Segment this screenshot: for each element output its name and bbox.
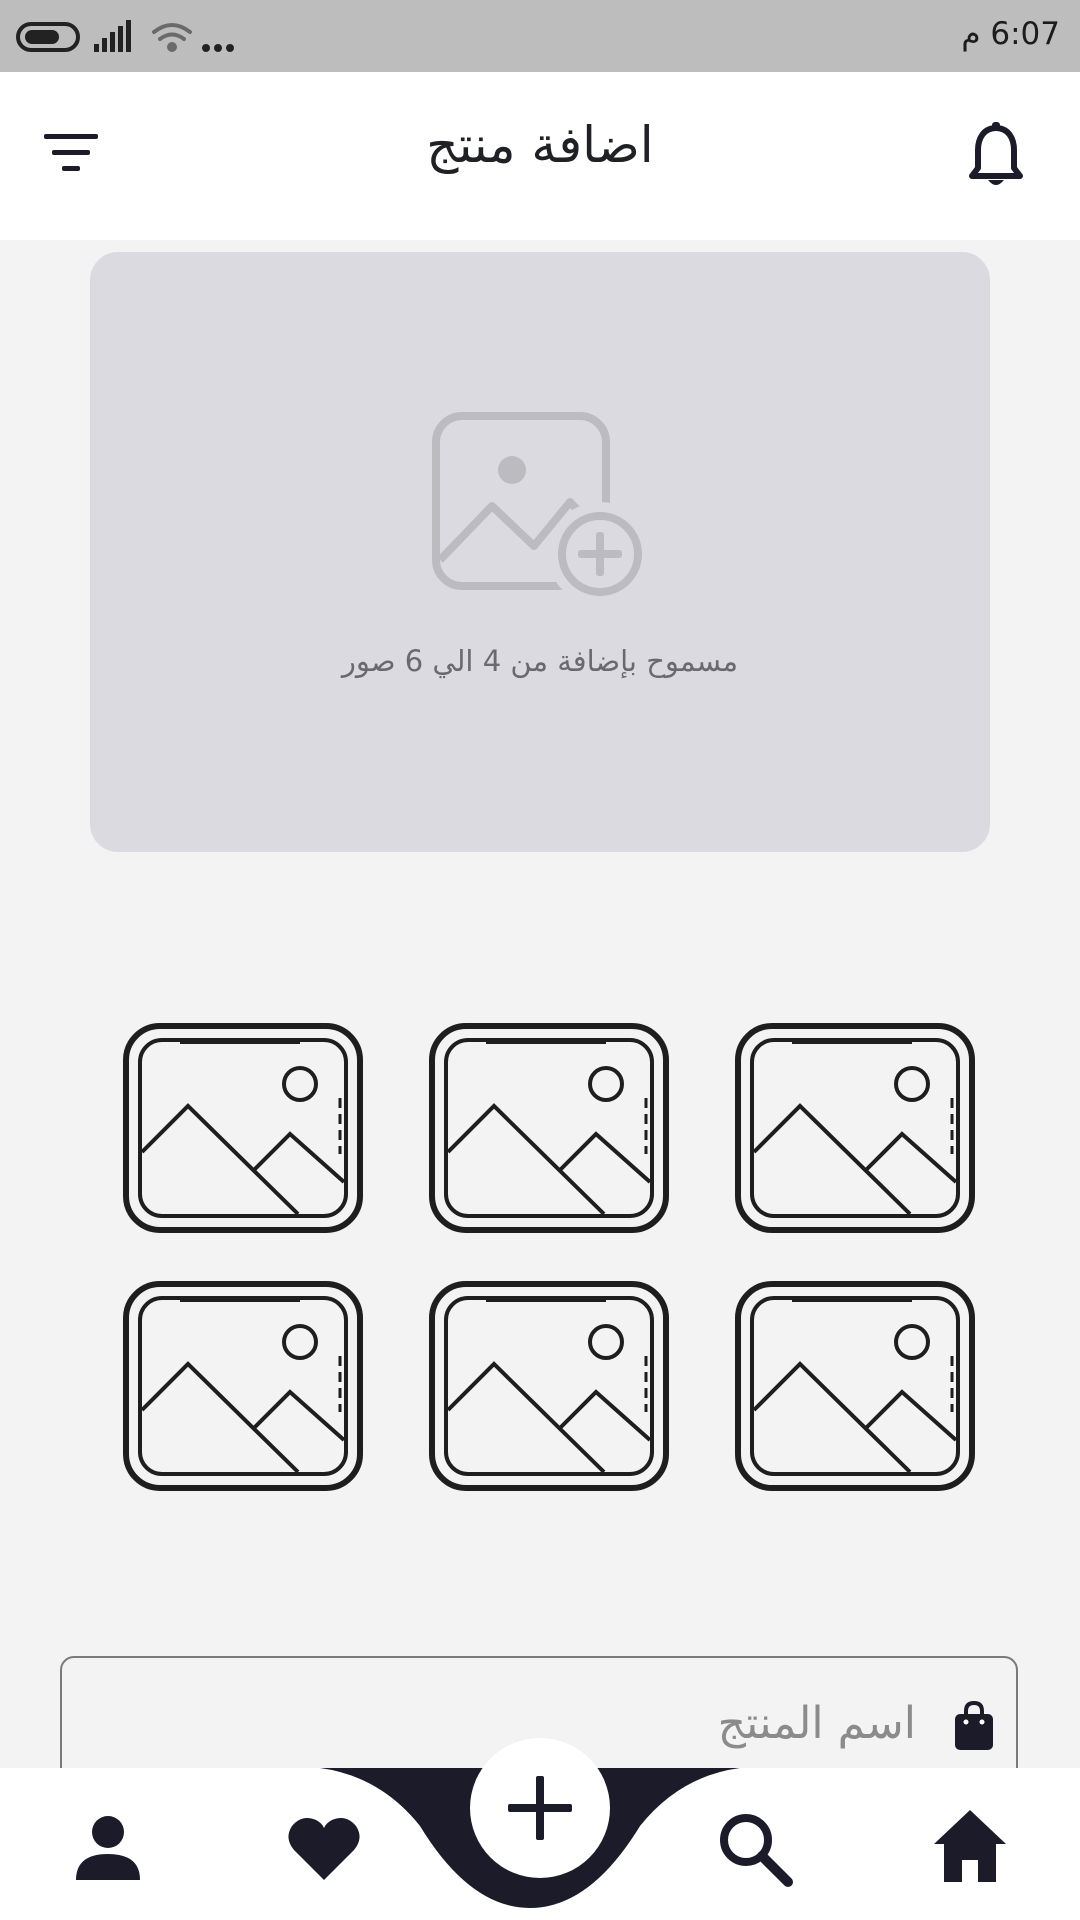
add-icon xyxy=(508,1776,572,1840)
image-placeholder-icon xyxy=(735,1281,975,1491)
image-slot-5[interactable] xyxy=(428,1280,670,1492)
more-dots-icon xyxy=(202,44,234,52)
product-name-placeholder[interactable]: اسم المنتج xyxy=(718,1698,916,1749)
profile-icon[interactable] xyxy=(68,1808,148,1888)
home-icon[interactable] xyxy=(930,1806,1010,1886)
shopping-bag-icon xyxy=(955,1700,993,1750)
image-placeholder-icon xyxy=(123,1023,363,1233)
image-slot-2[interactable] xyxy=(428,1022,670,1234)
status-icons xyxy=(16,20,234,52)
signal-icon xyxy=(94,20,131,52)
search-icon[interactable] xyxy=(714,1808,794,1888)
image-placeholder-icon xyxy=(123,1281,363,1491)
image-placeholder-icon xyxy=(735,1023,975,1233)
battery-icon xyxy=(16,22,80,52)
bell-icon[interactable] xyxy=(966,122,1026,190)
image-placeholder-icon xyxy=(429,1023,669,1233)
heart-icon[interactable] xyxy=(284,1808,364,1888)
image-upload-area[interactable]: مسموح بإضافة من 4 الي 6 صور xyxy=(90,252,990,852)
app-bar: اضافة منتج xyxy=(0,72,1080,240)
image-placeholder-icon xyxy=(429,1281,669,1491)
image-slot-3[interactable] xyxy=(734,1022,976,1234)
upload-hint: مسموح بإضافة من 4 الي 6 صور xyxy=(341,644,739,678)
add-product-button[interactable] xyxy=(470,1738,610,1878)
image-slot-1[interactable] xyxy=(122,1022,364,1234)
image-slot-4[interactable] xyxy=(122,1280,364,1492)
wifi-icon xyxy=(152,23,192,52)
page-title: اضافة منتج xyxy=(426,116,654,174)
status-time: 6:07 م xyxy=(961,16,1060,52)
add-image-icon[interactable] xyxy=(430,410,660,610)
image-slot-6[interactable] xyxy=(734,1280,976,1492)
status-bar: 6:07 م xyxy=(0,0,1080,72)
